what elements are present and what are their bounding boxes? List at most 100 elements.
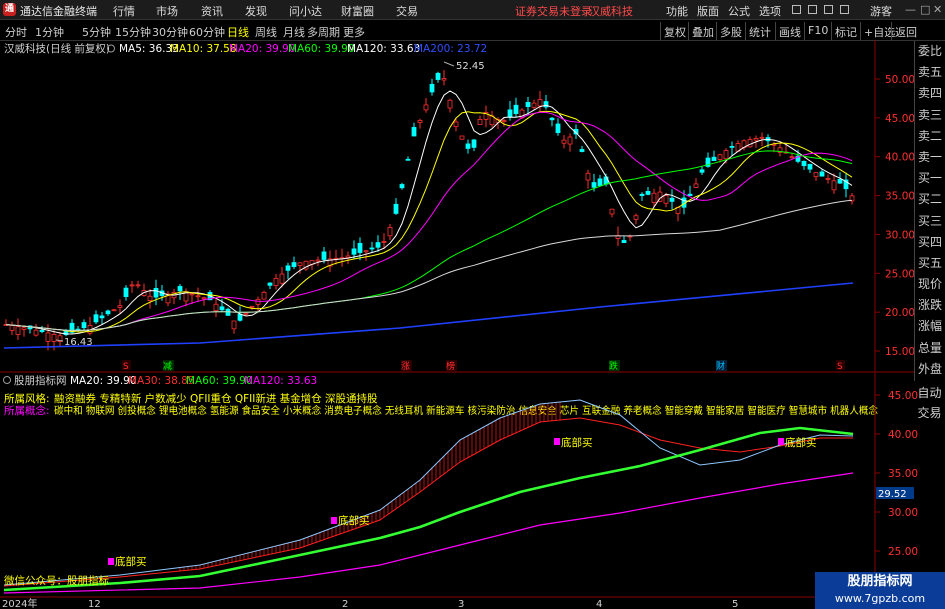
quote-sell4[interactable]: 卖四 [915,83,945,104]
sub-settings-icon[interactable] [3,376,11,384]
quote-sell3[interactable]: 卖三 [915,105,945,126]
quote-trade[interactable]: 交易 [914,403,945,423]
y-tick-label: 20.00 [885,307,915,319]
buy-signal-label-3: 底部买 [561,436,593,449]
candle-body [297,262,303,266]
quote-sell5[interactable]: 卖五 [915,62,945,83]
candle-body [423,104,429,111]
candle-body [291,262,297,268]
y-tick-label: 50.00 [885,74,915,86]
ma200-line [3,282,854,349]
candle-body [21,327,27,330]
quote-buy4[interactable]: 买四 [915,232,945,253]
buy-signal-label-2: 底部买 [338,514,370,527]
candle-body [459,135,465,140]
marker-reduce[interactable]: 减 [163,360,172,372]
sub-ma30: MA30: 38.85 [128,375,195,387]
candle-body [585,172,591,181]
candle-body [651,192,657,203]
candle-body [195,295,201,298]
main-ma200: MA200: 23.72 [414,43,487,55]
candle-body [279,273,285,284]
sub-ma120: MA120: 33.63 [244,375,317,387]
low-price-label: 16.43 [64,337,93,348]
candle-body [549,117,555,121]
y-tick-label: 15.00 [885,346,915,358]
candle-body [231,320,237,330]
marker-list[interactable]: 榜 [446,360,455,372]
quote-auto[interactable]: 自动 [914,383,945,403]
candle-body [417,120,423,123]
ma120-sub-line [3,472,854,594]
candle-body [513,104,519,114]
candle-body [363,250,369,253]
marker-fall[interactable]: 跌 [609,361,618,372]
quote-buy1[interactable]: 买一 [915,168,945,189]
quote-buy3[interactable]: 买三 [915,211,945,232]
quote-panel: 委比 卖五 卖四 卖三 卖二 卖一 买一 买二 买三 买四 买五 现价 涨跌 涨… [914,41,945,381]
candle-body [435,72,441,80]
quote-buy2[interactable]: 买二 [915,189,945,210]
quote-volume: 总量 [917,340,942,355]
buy-signal-marker [778,438,784,445]
candle-body [189,293,195,296]
quote-outer: 外盘 [917,361,942,376]
candle-body [123,287,129,297]
quote-price: 现价 [917,277,942,292]
candle-body [369,247,375,250]
marker-rise[interactable]: 涨 [401,361,410,372]
candle-body [147,295,153,301]
x-label-2: 2 [342,599,348,609]
candle-body [9,325,15,331]
candle-body [753,138,759,141]
candle-body [759,136,765,139]
candle-body [831,180,837,191]
marker-s-1[interactable]: S [123,362,129,372]
quote-change-pct: 涨幅 [917,319,942,334]
marker-finance[interactable]: 财 [716,360,725,372]
candle-body [99,315,105,319]
chart-area: 汉威科技(日线 前复权) MA5: 36.33 MA10: 37.58 MA20… [0,40,918,609]
candle-body [447,99,453,109]
candle-body [561,139,567,144]
marker-s-2[interactable]: S [837,362,843,372]
y-tick-label: 40.00 [888,429,918,441]
ma60-line [5,150,853,331]
candle-body [45,332,51,342]
x-label-5: 5 [732,599,738,609]
candle-body [825,178,831,180]
x-label-3: 3 [458,599,464,609]
candle-body [621,240,627,243]
candle-body [813,172,819,178]
candle-body [117,305,123,308]
candle-body [243,312,249,315]
quote-panel-2: 自动 交易 [914,383,945,423]
moving-average-lines [3,90,854,349]
candle-body [819,171,825,177]
candle-body [429,83,435,93]
candle-body [837,178,843,184]
candle-body [687,193,693,196]
quote-sell1[interactable]: 卖一 [915,147,945,168]
y-tick-label: 30.00 [888,507,918,519]
candle-body [465,143,471,149]
candle-body [93,314,99,323]
quote-change: 涨跌 [917,298,942,313]
candle-body [357,242,363,253]
buy-signal-marker [331,517,337,524]
candle-body [591,182,597,188]
candle-body [249,305,255,308]
y-tick-label: 35.00 [888,468,918,480]
quote-sell2[interactable]: 卖二 [915,126,945,147]
quote-commission-ratio[interactable]: 委比 [915,41,945,62]
main-ma10: MA10: 37.58 [170,43,237,55]
candle-body [639,193,645,196]
candle-body [555,123,561,134]
quote-buy5[interactable]: 买五 [915,253,945,274]
x-label-12: 12 [88,599,101,609]
candle-body [267,282,273,286]
buy-signal-marker [554,438,560,445]
y-tick-label: 45.00 [885,113,915,125]
candle-body [273,277,279,287]
candle-body [255,298,261,305]
